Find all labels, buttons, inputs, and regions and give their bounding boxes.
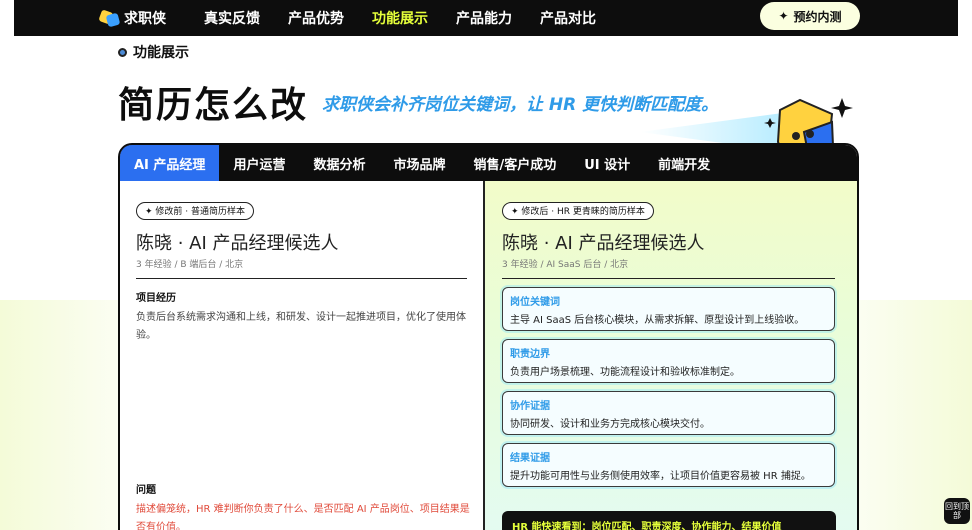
result-body: 提升功能可用性与业务侧使用效率，让项目价值更容易被 HR 捕捉。 bbox=[510, 470, 811, 482]
nav-link-comparison[interactable]: 产品对比 bbox=[540, 8, 596, 28]
nav-link-features[interactable]: 功能展示 bbox=[372, 8, 428, 28]
back-to-top-button[interactable]: 回到顶部 bbox=[944, 498, 970, 524]
result-heading: 结果证据 bbox=[510, 452, 550, 464]
before-panel: ✦ 修改前 · 普通简历样本 陈晓 · AI 产品经理候选人 3 年经验 / B… bbox=[120, 181, 485, 530]
scope-heading: 职责边界 bbox=[510, 348, 550, 360]
after-panel: ✦ 修改后 · HR 更青睐的简历样本 陈晓 · AI 产品经理候选人 3 年经… bbox=[485, 181, 857, 530]
after-badge: ✦ 修改后 · HR 更青睐的简历样本 bbox=[502, 201, 654, 220]
section-label-text: 功能展示 bbox=[133, 45, 189, 61]
book-beta-button[interactable]: ✦ 预约内测 bbox=[760, 2, 860, 30]
resume-compare-card: AI 产品经理 用户运营 数据分析 市场品牌 销售/客户成功 UI 设计 前端开… bbox=[118, 143, 859, 530]
nav-link-capabilities[interactable]: 产品能力 bbox=[456, 8, 512, 28]
tab-frontend[interactable]: 前端开发 bbox=[644, 145, 724, 181]
scope-body: 负责用户场景梳理、功能流程设计和验收标准制定。 bbox=[510, 366, 740, 378]
collab-heading: 协作证据 bbox=[510, 400, 550, 412]
logo-text: 求职侠 bbox=[124, 11, 166, 27]
top-nav: 求职侠 真实反馈 产品优势 功能展示 产品能力 产品对比 ✦ 预约内测 bbox=[14, 0, 958, 36]
tab-data-analysis[interactable]: 数据分析 bbox=[299, 145, 379, 181]
page-title: 简历怎么改 bbox=[118, 85, 309, 126]
logo-icon bbox=[98, 9, 121, 28]
tab-marketing[interactable]: 市场品牌 bbox=[379, 145, 459, 181]
after-candidate-meta: 3 年经验 / AI SaaS 后台 / 北京 bbox=[502, 259, 629, 270]
before-badge: ✦ 修改前 · 普通简历样本 bbox=[136, 201, 254, 220]
page-subtitle: 求职侠会补齐岗位关键词，让 HR 更快判断匹配度。 bbox=[322, 94, 719, 115]
divider bbox=[136, 277, 467, 279]
tab-ui-design[interactable]: UI 设计 bbox=[570, 145, 644, 181]
collab-body: 协同研发、设计和业务方完成核心模块交付。 bbox=[510, 418, 710, 430]
before-candidate-meta: 3 年经验 / B 端后台 / 北京 bbox=[136, 259, 244, 270]
before-exp-body: 负责后台系统需求沟通和上线，和研发、设计一起推进项目，优化了使用体验。 bbox=[136, 311, 466, 341]
keyword-box: 岗位关键词 主导 AI SaaS 后台核心模块，从需求拆解、原型设计到上线验收。 bbox=[502, 286, 835, 331]
nav-links: 真实反馈 产品优势 功能展示 产品能力 产品对比 bbox=[204, 8, 624, 28]
divider bbox=[502, 277, 835, 279]
collab-box: 协作证据 协同研发、设计和业务方完成核心模块交付。 bbox=[502, 390, 835, 435]
book-beta-label: 预约内测 bbox=[793, 9, 842, 24]
title-row: 简历怎么改 求职侠会补齐岗位关键词，让 HR 更快判断匹配度。 bbox=[118, 76, 718, 128]
compare-panels: ✦ 修改前 · 普通简历样本 陈晓 · AI 产品经理候选人 3 年经验 / B… bbox=[120, 181, 857, 530]
dot-icon bbox=[118, 47, 127, 57]
problem-heading: 问题 bbox=[136, 485, 156, 496]
nav-link-feedback[interactable]: 真实反馈 bbox=[204, 8, 260, 28]
logo[interactable]: 求职侠 bbox=[98, 8, 166, 28]
tab-sales[interactable]: 销售/客户成功 bbox=[459, 145, 570, 181]
scope-box: 职责边界 负责用户场景梳理、功能流程设计和验收标准制定。 bbox=[502, 338, 835, 383]
tab-ai-pm[interactable]: AI 产品经理 bbox=[120, 145, 220, 181]
result-box: 结果证据 提升功能可用性与业务侧使用效率，让项目价值更容易被 HR 捕捉。 bbox=[502, 442, 835, 487]
before-candidate-name: 陈晓 · AI 产品经理候选人 bbox=[136, 232, 339, 254]
tab-user-ops[interactable]: 用户运营 bbox=[219, 145, 299, 181]
hr-summary-bar: HR 能快速看到：岗位匹配、职责深度、协作能力、结果价值 bbox=[502, 511, 836, 530]
after-candidate-name: 陈晓 · AI 产品经理候选人 bbox=[502, 232, 705, 254]
keyword-body: 主导 AI SaaS 后台核心模块，从需求拆解、原型设计到上线验收。 bbox=[510, 314, 805, 326]
problem-block: 问题 描述偏笼统，HR 难判断你负责了什么、是否匹配 AI 产品岗位、项目结果是… bbox=[136, 471, 470, 530]
keyword-heading: 岗位关键词 bbox=[510, 296, 560, 308]
role-tabs: AI 产品经理 用户运营 数据分析 市场品牌 销售/客户成功 UI 设计 前端开… bbox=[120, 145, 857, 181]
problem-body: 描述偏笼统，HR 难判断你负责了什么、是否匹配 AI 产品岗位、项目结果是否有价… bbox=[136, 504, 470, 530]
nav-link-advantages[interactable]: 产品优势 bbox=[288, 8, 344, 28]
section-label: 功能展示 bbox=[118, 42, 189, 62]
sparkle-icon: ✦ bbox=[778, 9, 789, 23]
before-exp-heading: 项目经历 bbox=[136, 292, 176, 304]
